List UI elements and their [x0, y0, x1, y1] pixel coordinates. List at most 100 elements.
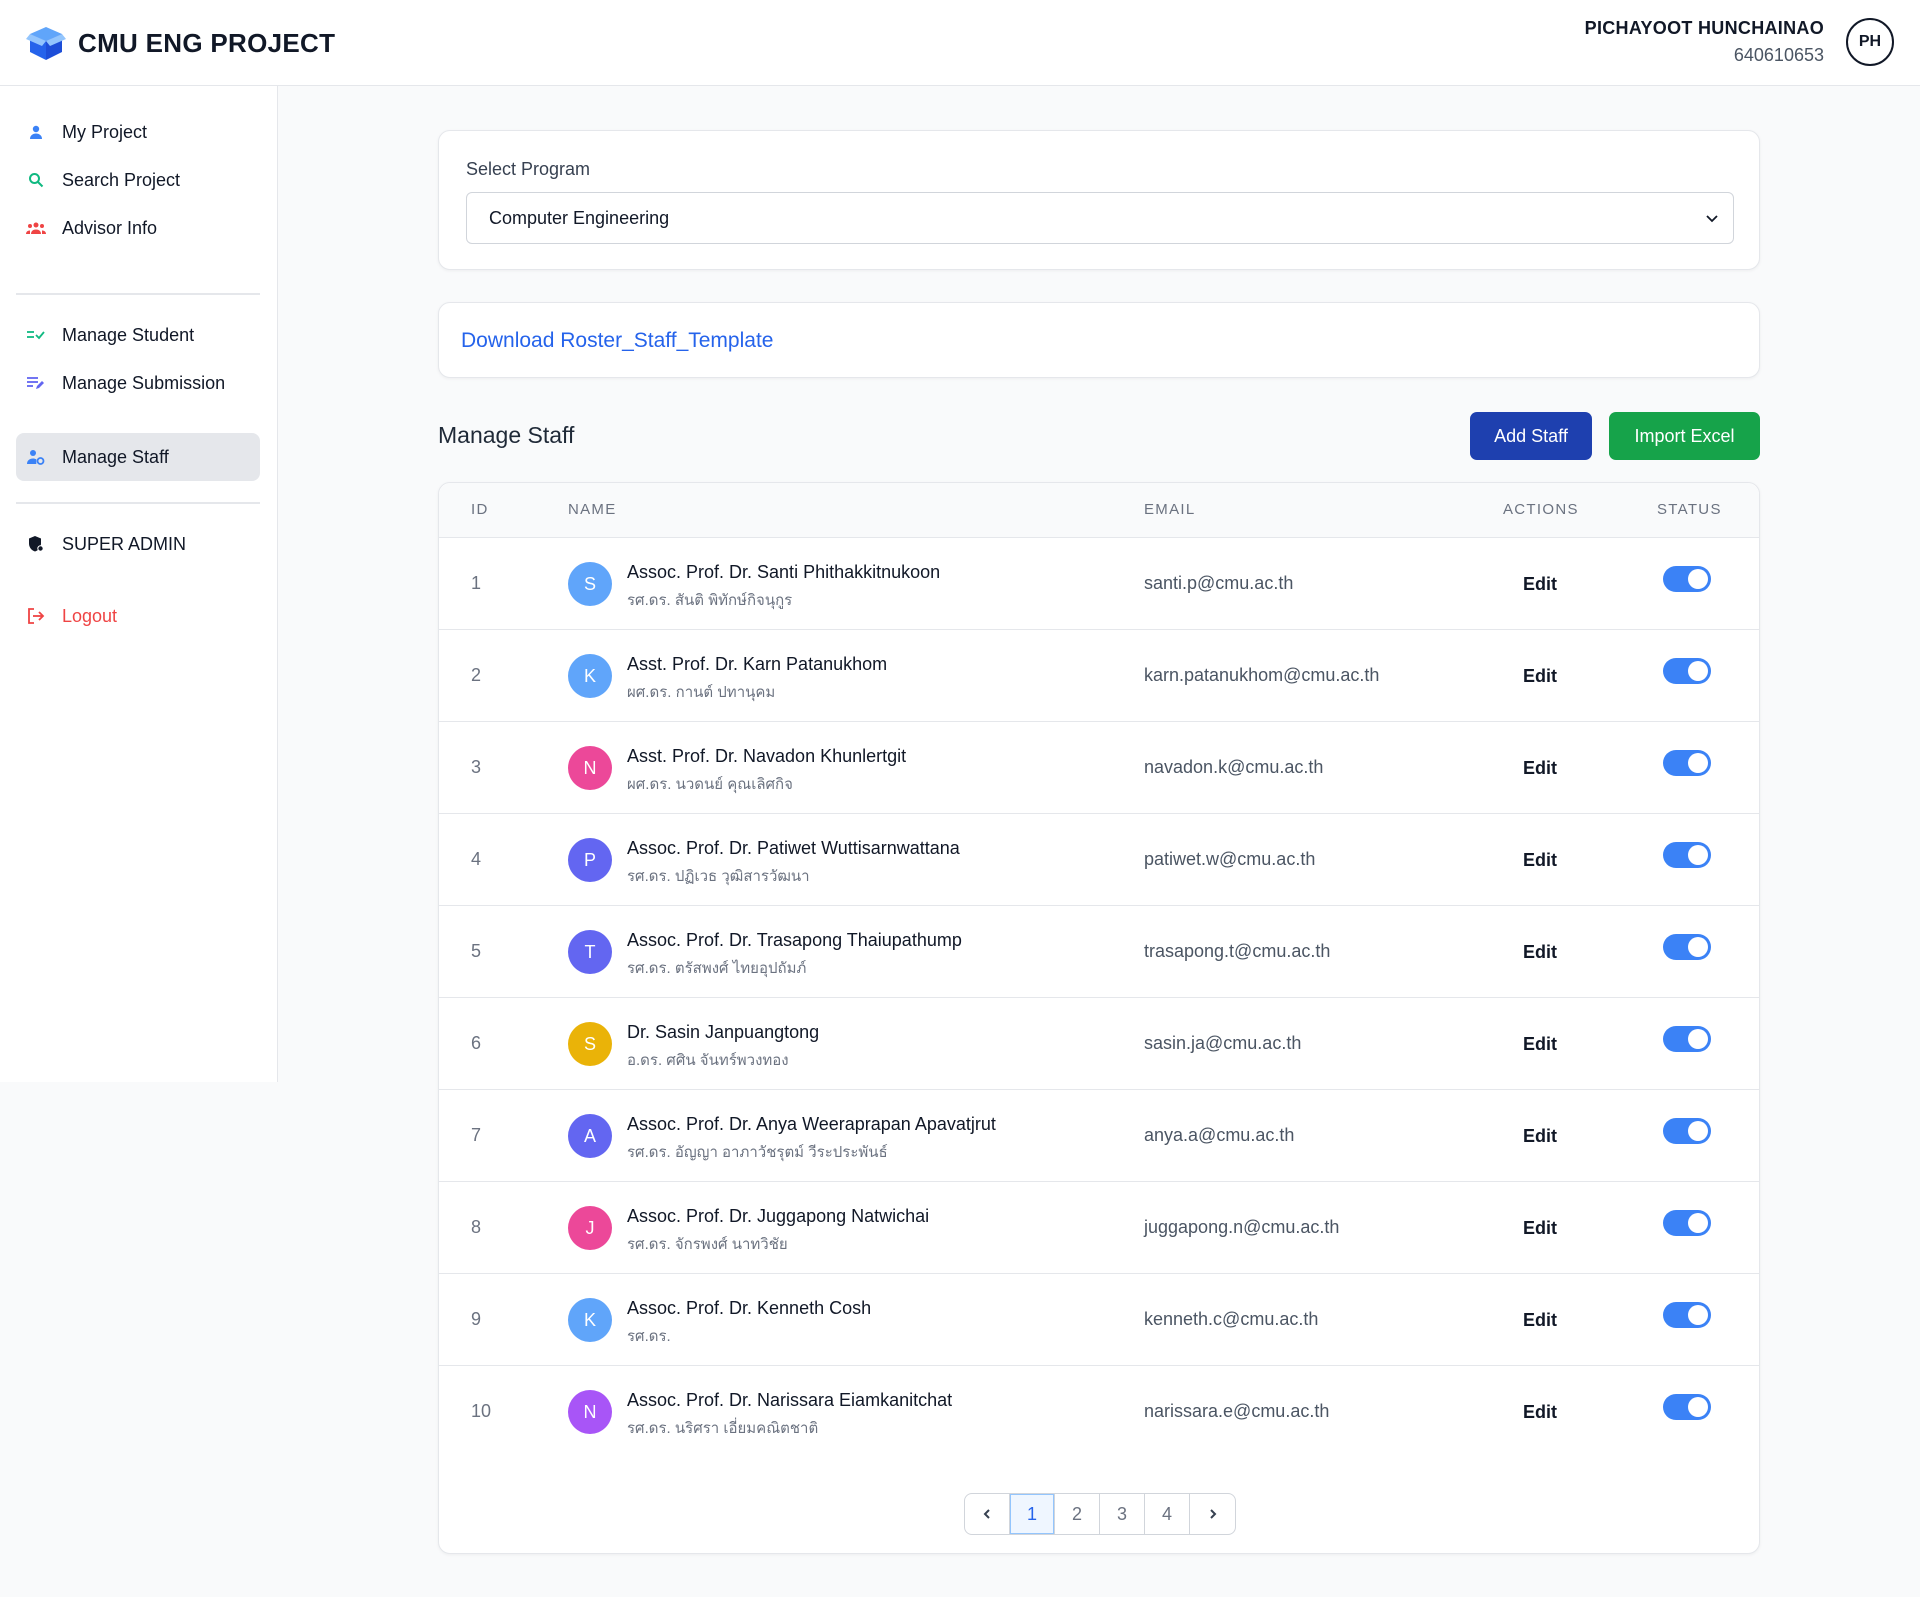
- program-select[interactable]: Computer Engineering: [466, 192, 1734, 244]
- column-header-status: STATUS: [1657, 501, 1722, 518]
- previous-page-button[interactable]: [965, 1494, 1010, 1534]
- pagination: 1 2 3 4: [964, 1493, 1236, 1535]
- staff-name-th: ผศ.ดร. นวดนย์ คุณเลิศกิจ: [627, 776, 793, 793]
- status-toggle[interactable]: [1663, 842, 1711, 868]
- status-toggle[interactable]: [1663, 934, 1711, 960]
- staff-email: santi.p@cmu.ac.th: [1144, 573, 1294, 593]
- column-header-email: EMAIL: [1144, 501, 1196, 518]
- download-card: Download Roster_Staff_Template: [438, 302, 1760, 378]
- staff-name-en: Assoc. Prof. Dr. Santi Phithakkitnukoon: [627, 562, 941, 582]
- staff-name-th: รศ.ดร. อัญญา อาภาวัชรุตม์ วีระประพันธ์: [627, 1144, 888, 1161]
- user-avatar[interactable]: PH: [1846, 18, 1894, 66]
- page-button[interactable]: 4: [1145, 1494, 1190, 1534]
- edit-button[interactable]: Edit: [1523, 1218, 1557, 1239]
- person-icon: [26, 122, 46, 142]
- sidebar-item-logout[interactable]: Logout: [16, 592, 260, 640]
- top-bar: CMU ENG PROJECT PICHAYOOT HUNCHAINAO 640…: [0, 0, 1920, 86]
- page-button[interactable]: 2: [1055, 1494, 1100, 1534]
- staff-avatar: K: [568, 1298, 612, 1342]
- app-title: CMU ENG PROJECT: [78, 27, 336, 58]
- staff-email: anya.a@cmu.ac.th: [1144, 1125, 1295, 1145]
- edit-button[interactable]: Edit: [1523, 1034, 1557, 1055]
- sidebar-item-manage-submission[interactable]: Manage Submission: [16, 359, 260, 407]
- status-toggle[interactable]: [1663, 750, 1711, 776]
- staff-name-en: Assoc. Prof. Dr. Trasapong Thaiupathump: [627, 930, 962, 950]
- edit-button[interactable]: Edit: [1523, 1310, 1557, 1331]
- sidebar-item-my-project[interactable]: My Project: [16, 108, 260, 156]
- sidebar-item-label: Logout: [62, 605, 118, 626]
- staff-email: karn.patanukhom@cmu.ac.th: [1144, 665, 1380, 685]
- edit-button[interactable]: Edit: [1523, 758, 1557, 779]
- sidebar-item-manage-staff[interactable]: Manage Staff: [16, 433, 260, 481]
- sidebar-item-manage-student[interactable]: Manage Student: [16, 311, 260, 359]
- table-row: 2 K Asst. Prof. Dr. Karn Patanukhom ผศ.ดร. …: [439, 629, 1759, 721]
- staff-name-th: รศ.ดร. ตรัสพงศ์ ไทยอุปถัมภ์: [627, 960, 807, 977]
- table-row: 5 T Assoc. Prof. Dr. Trasapong Thaiupathum…: [439, 905, 1759, 997]
- sidebar-item-label: SUPER ADMIN: [62, 533, 187, 554]
- staff-name-en: Assoc. Prof. Dr. Patiwet Wuttisarnwattan…: [627, 838, 960, 858]
- next-page-button[interactable]: [1190, 1494, 1235, 1534]
- download-template-link[interactable]: Download Roster_Staff_Template: [461, 329, 773, 353]
- status-toggle[interactable]: [1663, 1026, 1711, 1052]
- staff-avatar: P: [568, 838, 612, 882]
- logout-icon: [26, 606, 46, 626]
- staff-email: patiwet.w@cmu.ac.th: [1144, 849, 1316, 869]
- sidebar-item-label: Manage Submission: [62, 372, 226, 393]
- table-row: 1 S Assoc. Prof. Dr. Santi Phithakkitnukoo…: [439, 537, 1759, 629]
- staff-name-en: Assoc. Prof. Dr. Anya Weeraprapan Apavat…: [627, 1114, 996, 1134]
- column-header-name: NAME: [568, 501, 617, 518]
- edit-button[interactable]: Edit: [1523, 666, 1557, 687]
- staff-name-th: อ.ดร. ศศิน จันทร์พวงทอง: [627, 1052, 789, 1069]
- status-toggle[interactable]: [1663, 658, 1711, 684]
- edit-button[interactable]: Edit: [1523, 942, 1557, 963]
- user-name: PICHAYOOT HUNCHAINAO: [1584, 18, 1824, 38]
- edit-list-icon: [26, 373, 46, 393]
- edit-button[interactable]: Edit: [1523, 850, 1557, 871]
- staff-email: kenneth.c@cmu.ac.th: [1144, 1309, 1319, 1329]
- sidebar-item-advisor-info[interactable]: Advisor Info: [16, 204, 260, 252]
- edit-button[interactable]: Edit: [1523, 1126, 1557, 1147]
- staff-id: 2: [471, 665, 482, 685]
- staff-name-th: รศ.ดร.: [627, 1328, 671, 1345]
- staff-avatar: N: [568, 1390, 612, 1434]
- sidebar-divider: [16, 502, 260, 504]
- column-header-id: ID: [471, 501, 489, 518]
- sidebar-item-label: Search Project: [62, 169, 181, 190]
- chevron-right-icon: [1209, 1509, 1216, 1519]
- staff-avatar: T: [568, 930, 612, 974]
- edit-button[interactable]: Edit: [1523, 1402, 1557, 1423]
- staff-name-en: Assoc. Prof. Dr. Kenneth Cosh: [627, 1298, 872, 1318]
- page-button[interactable]: 1: [1010, 1494, 1055, 1534]
- status-toggle[interactable]: [1663, 1118, 1711, 1144]
- status-toggle[interactable]: [1663, 1394, 1711, 1420]
- staff-avatar: J: [568, 1206, 612, 1250]
- staff-id: 6: [471, 1033, 482, 1053]
- sidebar-item-super-admin[interactable]: SUPER ADMIN: [16, 520, 260, 568]
- page-button[interactable]: 3: [1100, 1494, 1145, 1534]
- staff-name-th: รศ.ดร. นริศรา เอี่ยมคณิตชาติ: [627, 1420, 819, 1437]
- status-toggle[interactable]: [1663, 566, 1711, 592]
- staff-name-th: ผศ.ดร. กานต์ ปทานุคม: [627, 684, 776, 701]
- status-toggle[interactable]: [1663, 1302, 1711, 1328]
- status-toggle[interactable]: [1663, 1210, 1711, 1236]
- sidebar-item-label: Manage Student: [62, 324, 195, 345]
- sidebar: My Project Search Project Advisor Info M…: [0, 86, 278, 1082]
- staff-id: 4: [471, 849, 482, 869]
- sidebar-item-label: My Project: [62, 121, 148, 142]
- program-selected-value: Computer Engineering: [489, 207, 670, 228]
- staff-id: 10: [471, 1401, 492, 1421]
- table-row: 3 N Asst. Prof. Dr. Navadon Khunlertgit ผศ.…: [439, 721, 1759, 813]
- staff-id: 9: [471, 1309, 482, 1329]
- staff-id: 1: [471, 573, 482, 593]
- staff-name-th: รศ.ดร. สันติ พิทักษ์กิจนุกูร: [627, 592, 793, 609]
- add-staff-button[interactable]: Add Staff: [1470, 412, 1592, 460]
- brand[interactable]: CMU ENG PROJECT: [26, 22, 335, 64]
- staff-email: sasin.ja@cmu.ac.th: [1144, 1033, 1302, 1053]
- program-card: Select Program Computer Engineering: [438, 130, 1760, 270]
- chevron-down-icon: [1706, 215, 1718, 223]
- table-header: ID NAME EMAIL ACTIONS STATUS: [439, 483, 1759, 537]
- staff-avatar: S: [568, 1022, 612, 1066]
- sidebar-item-search-project[interactable]: Search Project: [16, 156, 260, 204]
- edit-button[interactable]: Edit: [1523, 574, 1557, 595]
- import-excel-button[interactable]: Import Excel: [1609, 412, 1760, 460]
